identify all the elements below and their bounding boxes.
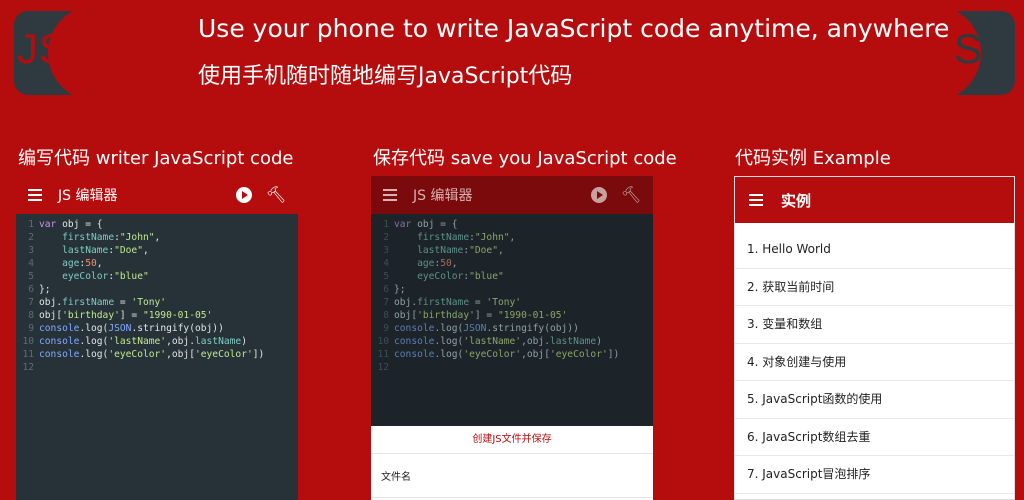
code-line: 2 firstName:"John", [28, 232, 161, 243]
code-line: 7 obj.firstName = 'Tony' [28, 297, 167, 308]
editor-screenshot: JS 编辑器 🔨︎ 1 var obj = { 2 firstName:"John… [16, 176, 298, 500]
list-item[interactable]: 3. 变量和数组 [735, 306, 1014, 344]
code-line: 6}; [28, 284, 51, 295]
code-line: 11 console.log('eyeColor',obj['eyeColor']… [377, 349, 620, 360]
code-line: 1 var obj = { [383, 219, 458, 230]
code-line: 1 var obj = { [28, 219, 103, 230]
logo-text: JSE [16, 25, 98, 72]
section-label-example: 代码实例 Example [735, 148, 891, 169]
menu-icon[interactable] [26, 188, 44, 202]
list-item[interactable]: 5. JavaScript函数的使用 [735, 381, 1014, 419]
code-line: 12 [377, 362, 389, 373]
code-line: 7 obj.firstName = 'Tony' [383, 297, 522, 308]
code-line: 8 obj['birthday'] = "1990-01-05' [28, 310, 213, 321]
example-list: 1. Hello World 2. 获取当前时间 3. 变量和数组 4. 对象创… [735, 223, 1014, 494]
code-line: 11 console.log('eyeColor',obj['eyeColor']… [22, 349, 265, 360]
examples-screenshot: 实例 1. Hello World 2. 获取当前时间 3. 变量和数组 4. … [734, 176, 1015, 500]
hammer-icon[interactable]: 🔨︎ [266, 187, 286, 203]
headline-chinese: 使用手机随时随地编写JavaScript代码 [198, 64, 573, 89]
examples-app-bar: 实例 [735, 177, 1014, 223]
editor-title: JS 编辑器 [58, 188, 118, 204]
filename-field[interactable]: 文件名 [371, 454, 653, 498]
code-editor-dimmed: 1 var obj = { 2 firstName:"John", 3 lastN… [371, 214, 653, 426]
play-circle-icon [590, 187, 607, 203]
list-item[interactable]: 1. Hello World [735, 231, 1014, 269]
code-line: 8 obj['birthday'] = "1990-01-05' [383, 310, 568, 321]
editor-title: JS 编辑器 [413, 188, 473, 204]
code-line: 10 console.log('lastName',obj.lastName) [377, 336, 602, 347]
section-label-save: 保存代码 save you JavaScript code [373, 148, 677, 169]
examples-title: 实例 [781, 191, 812, 210]
code-line: 4 age:50, [28, 258, 103, 269]
app-logo-left: JSE [14, 11, 100, 95]
code-line: 6}; [383, 284, 406, 295]
headline: Use your phone to write JavaScript code … [198, 14, 950, 43]
code-line: 3 lastName:"Doe", [383, 245, 504, 256]
code-line: 4 age:50, [383, 258, 458, 269]
play-circle-icon[interactable] [235, 187, 252, 203]
editor-app-bar-dimmed: JS 编辑器 🔨︎ [371, 176, 653, 214]
list-item[interactable]: 6. JavaScript数组去重 [735, 419, 1014, 456]
code-line: 9 console.log(JSON.stringify(obj)) [28, 323, 224, 334]
menu-icon[interactable] [747, 193, 765, 207]
list-item[interactable]: 7. JavaScript冒泡排序 [735, 456, 1014, 494]
code-editor[interactable]: 1 var obj = { 2 firstName:"John", 3 lastN… [16, 214, 298, 500]
save-dialog-title: 创建JS文件并保存 [371, 426, 653, 454]
code-line: 3 lastName:"Doe", [28, 245, 149, 256]
code-line: 5 eyeColor:"blue" [383, 271, 504, 282]
save-dialog: 创建JS文件并保存 文件名 [371, 426, 653, 500]
code-line: 2 firstName:"John", [383, 232, 516, 243]
section-label-write: 编写代码 writer JavaScript code [18, 148, 294, 169]
save-screenshot: JS 编辑器 🔨︎ 1 var obj = { 2 firstName:"John… [371, 176, 653, 500]
code-line: 9 console.log(JSON.stringify(obj)) [383, 323, 579, 334]
code-line: 10 console.log('lastName',obj.lastName) [22, 336, 247, 347]
list-item[interactable]: 4. 对象创建与使用 [735, 344, 1014, 381]
editor-app-bar: JS 编辑器 🔨︎ [16, 176, 298, 214]
hammer-icon: 🔨︎ [620, 185, 641, 204]
code-line: 5 eyeColor:"blue" [28, 271, 149, 282]
menu-icon [381, 188, 399, 202]
code-line: 12 [22, 362, 34, 373]
list-item[interactable]: 2. 获取当前时间 [735, 269, 1014, 306]
